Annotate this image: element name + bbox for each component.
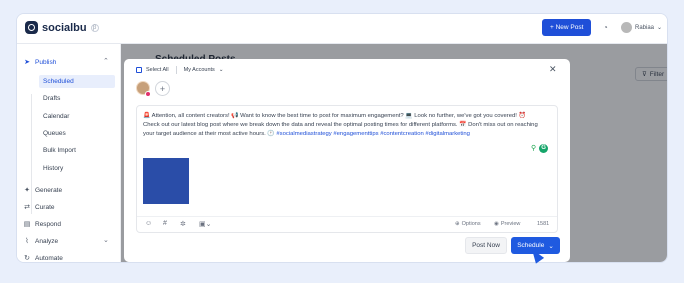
chat-icon: ▤ (23, 221, 31, 228)
accounts-dropdown[interactable]: My Accounts (184, 67, 215, 73)
sidebar-sub-scheduled[interactable]: Scheduled (39, 75, 115, 88)
sidebar-sub-drafts[interactable]: Drafts (39, 92, 115, 105)
beta-badge: β (90, 23, 99, 32)
sidebar-sub-calendar[interactable]: Calendar (39, 110, 115, 123)
sidebar-item-label: Publish (35, 58, 57, 66)
chevron-down-icon[interactable]: ⌄ (219, 67, 224, 73)
select-all-checkbox[interactable] (136, 67, 142, 73)
chevron-down-icon[interactable]: ⌄ (548, 242, 553, 250)
send-icon: ➤ (24, 59, 30, 66)
preview-label: Preview (500, 221, 521, 227)
chevron-up-icon[interactable]: ⌃ (103, 57, 109, 65)
submenu-line (31, 94, 32, 214)
select-all-label[interactable]: Select All (146, 67, 169, 73)
account-selector-bar: Select All My Accounts ⌄ (136, 66, 223, 74)
divider (175, 66, 177, 74)
sidebar-item-automate[interactable]: ↻ Automate (23, 254, 63, 263)
add-account-button[interactable]: + (155, 81, 170, 96)
sparkle-icon: ✦ (24, 187, 30, 194)
chart-icon: ⌇ (25, 238, 29, 245)
chevron-down-icon[interactable]: ⌄ (103, 236, 109, 244)
sidebar-item-publish[interactable]: ➤ Publish (23, 58, 57, 67)
gear-icon: ⊕ (455, 221, 460, 227)
editor-toolbar: ☺ # ✲ ▣⌄ ⊕ Options ◉ Preview 1581 (137, 216, 557, 232)
sidebar-item-curate[interactable]: ⇄ Curate (23, 203, 55, 212)
user-menu[interactable]: Rabiaa ⌄ (621, 22, 662, 33)
sidebar-item-label: Curate (35, 203, 55, 211)
post-editor[interactable]: 🚨 Attention, all content creators! 📢 Wan… (136, 105, 558, 233)
grammarly-icon[interactable]: G (539, 144, 549, 153)
sidebar-item-label: Generate (35, 186, 63, 194)
brand-name: socialbu (42, 21, 87, 34)
char-count: 1581 (537, 221, 550, 227)
instagram-icon (145, 91, 151, 97)
location-icon[interactable]: ⚲ (531, 144, 536, 153)
logo-icon (25, 21, 38, 34)
avatar (621, 22, 632, 33)
bell-icon[interactable]: ◔ (603, 23, 608, 32)
logo[interactable]: socialbu β (25, 21, 99, 34)
ai-icon[interactable]: ✲ (180, 220, 186, 228)
sidebar-sub-history[interactable]: History (39, 162, 115, 175)
post-now-button[interactable]: Post Now (465, 237, 507, 254)
compose-modal: Select All My Accounts ⌄ ✕ + 🚨 Attention… (124, 59, 570, 262)
sidebar-item-label: Respond (35, 220, 62, 228)
eye-icon: ◉ (494, 221, 499, 227)
sidebar-item-analyze[interactable]: ⌇ Analyze (23, 237, 59, 246)
sidebar-sub-queues[interactable]: Queues (39, 127, 115, 140)
close-icon[interactable]: ✕ (549, 64, 557, 75)
schedule-label: Schedule (517, 242, 545, 249)
sidebar-item-respond[interactable]: ▤ Respond (23, 220, 62, 229)
sidebar: ➤ Publish ⌃ Scheduled Drafts Calendar Qu… (17, 44, 121, 262)
sidebar-item-label: Automate (35, 254, 63, 262)
user-name: Rabiaa (635, 24, 655, 31)
hashtag-icon[interactable]: # (163, 220, 167, 227)
emoji-icon[interactable]: ☺ (145, 220, 152, 227)
media-thumbnail[interactable] (143, 158, 189, 204)
chevron-down-icon: ⌄ (657, 25, 663, 31)
image-icon[interactable]: ▣⌄ (199, 220, 211, 228)
new-post-button[interactable]: + New Post (542, 19, 592, 36)
editor-tools: ⚲ G (531, 144, 549, 153)
options-label: Options (461, 221, 481, 227)
sidebar-sub-bulk-import[interactable]: Bulk Import (39, 144, 115, 157)
options-button[interactable]: ⊕ Options (455, 221, 481, 227)
repeat-icon: ↻ (24, 255, 30, 262)
preview-button[interactable]: ◉ Preview (494, 221, 520, 227)
sidebar-item-label: Analyze (35, 237, 59, 245)
post-text[interactable]: 🚨 Attention, all content creators! 📢 Wan… (143, 112, 538, 138)
top-bar: socialbu β + New Post ◔ Rabiaa ⌄ (17, 14, 667, 44)
post-hashtags: #socialmediastrategy #engagementtips #co… (276, 130, 470, 137)
curate-icon: ⇄ (24, 204, 30, 211)
sidebar-item-generate[interactable]: ✦ Generate (23, 186, 63, 195)
